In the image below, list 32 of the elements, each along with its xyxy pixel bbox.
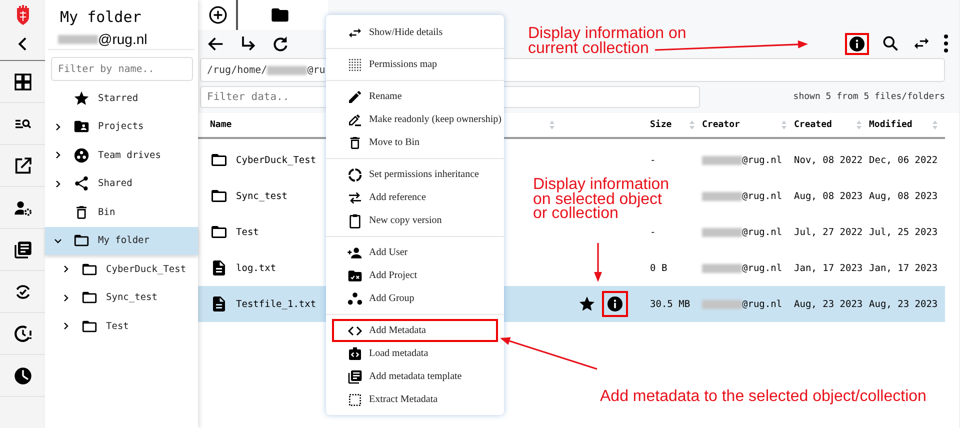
file-name: CyberDuck_Test [236,154,316,166]
file-name: Test [236,226,259,238]
path-text: /rug/home/ [207,64,268,76]
creator-email: @rug.nl [742,262,782,274]
creator-email: @rug.nl [742,154,782,166]
modified-date: Dec, 06 2022 [869,154,939,166]
file-name: Testfile_1.txt [236,298,316,310]
created-date: Nov, 08 2022 [794,154,864,166]
file-size: - [650,154,656,166]
modified-date: Jan, 17 2023 [869,262,939,274]
created-date: Aug, 08 2023 [794,190,864,202]
annotation-label: Add metadata to the selected object/collection [600,387,928,406]
created-date: Aug, 23 2023 [794,298,864,310]
file-size: 30.5 MB [650,298,690,310]
account-email: @rug.nl [98,31,148,47]
annotation-label: Display information on selected object or collection [533,178,670,222]
path-text: @ru [307,64,326,76]
creator-email: @rug.nl [742,226,782,238]
created-date: Jan, 17 2023 [794,262,864,274]
file-name: Sync_test [236,190,288,202]
item-count: shown 5 from 5 files/folders [793,92,945,102]
creator-email: @rug.nl [742,298,782,310]
created-date: Jul, 27 2022 [794,226,864,238]
modified-date: Jul, 25 2023 [869,226,939,238]
creator-email: @rug.nl [742,190,782,202]
modified-date: Aug, 23 2023 [869,298,939,310]
modified-date: Aug, 08 2023 [869,190,939,202]
file-size: 0 B [650,262,668,274]
file-size: - [650,226,656,238]
file-name: log.txt [236,262,276,274]
annotation-label: Display information on current collection [528,27,688,56]
panel-title: My folder [59,7,142,28]
